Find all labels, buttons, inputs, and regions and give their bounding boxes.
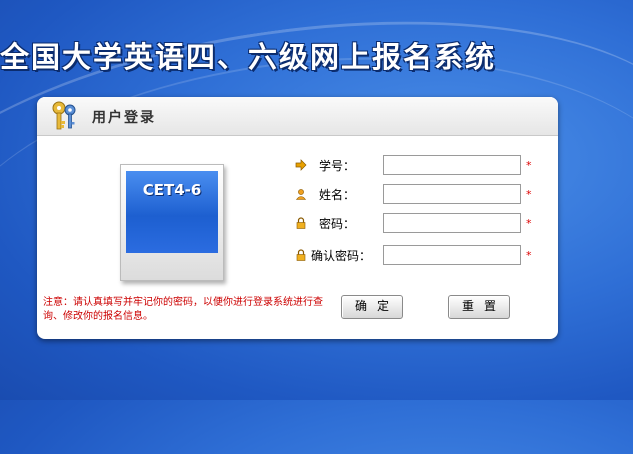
required-mark: * [526,188,532,201]
login-panel: 用户登录 CET4-6 学号： * 姓名： * 密码： * 确认密码： * 注意… [37,97,558,339]
cet-logo: CET4-6 [120,164,224,281]
lock-icon [296,249,306,261]
field-row-student-id: 学号： [295,153,355,177]
student-id-label: 学号： [318,159,355,173]
password-label: 密码： [318,217,355,231]
student-id-input[interactable] [383,155,521,175]
confirm-password-label: 确认密码： [310,249,371,263]
confirm-button[interactable]: 确定 [341,295,403,319]
field-row-name: 姓名： [295,182,355,206]
required-mark: * [526,159,532,172]
reset-button[interactable]: 重置 [448,295,510,319]
required-mark: * [526,249,532,262]
user-icon [295,189,307,200]
panel-header: 用户登录 [37,97,558,136]
notice-text: 注意：请认真填写并牢记你的密码，以便你进行登录系统进行查询、修改你的报名信息。 [43,297,323,322]
password-input[interactable] [383,213,521,233]
lock-icon [296,217,306,229]
arrow-icon [295,159,307,171]
page-title: 全国大学英语四、六级网上报名系统 [0,40,497,74]
logo-text: CET4-6 [142,181,202,199]
panel-title: 用户登录 [92,110,156,126]
field-row-password: 密码： [295,211,355,235]
keys-icon [52,101,76,130]
required-mark: * [526,217,532,230]
confirm-password-input[interactable] [383,245,521,265]
field-row-confirm-password: 确认密码： [295,243,371,267]
name-label: 姓名： [318,188,355,202]
name-input[interactable] [383,184,521,204]
logo-image: CET4-6 [126,171,218,253]
